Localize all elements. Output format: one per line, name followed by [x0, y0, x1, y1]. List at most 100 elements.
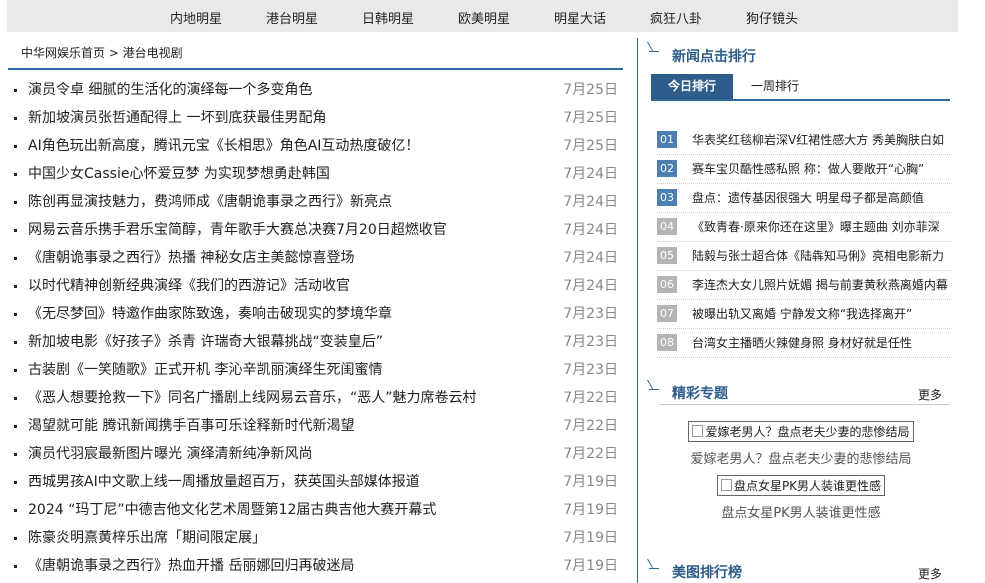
list-item: 陈创再显演技魅力，费鸿师成《唐朝诡事录之西行》新亮点 7月24日: [14, 188, 624, 216]
gallery-more-link[interactable]: 更多: [918, 565, 942, 582]
ranking-list: 01 华表奖红毯柳岩深V红裙性感大方 秀美胸肤白如 02 赛车宝贝酷性感私照 称：做…: [657, 126, 952, 358]
bullet-icon: [14, 509, 17, 512]
news-title[interactable]: 演员令卓 细腻的生活化的演绎每一个多变角色: [28, 76, 312, 104]
news-date: 7月24日: [563, 250, 618, 266]
featured-item: 盘点女星PK男人装谁更性感 盘点女星PK男人装谁更性感: [660, 475, 942, 521]
broken-image-icon: [692, 425, 704, 437]
news-title[interactable]: 演员代羽宸最新图片曝光 演绎清新纯净新风尚: [28, 440, 312, 468]
ranking-item: 04 《致青春·原来你还在这里》曝主题曲 刘亦菲深: [657, 213, 952, 242]
nav-item-mainland[interactable]: 内地明星: [170, 8, 222, 27]
section-arrow-icon: [645, 42, 659, 56]
list-item: 《恶人想要抢救一下》同名广播剧上线网易云音乐，“恶人”魅力席卷云村 7月22日: [14, 384, 624, 412]
bullet-icon: [14, 173, 17, 176]
news-date: 7月24日: [563, 194, 618, 210]
nav-item-talk[interactable]: 明星大话: [554, 8, 606, 27]
news-date: 7月25日: [563, 82, 618, 98]
bullet-icon: [14, 341, 17, 344]
rank-number: 02: [657, 160, 677, 177]
list-item: 西城男孩AI中文歌上线一周播放量超百万，获英国头部媒体报道 7月19日: [14, 468, 624, 496]
news-list: 演员令卓 细腻的生活化的演绎每一个多变角色 7月25日 新加坡演员张哲通配得上 一…: [14, 76, 624, 580]
rank-number: 01: [657, 131, 677, 148]
news-date: 7月25日: [563, 110, 618, 126]
bullet-icon: [14, 89, 17, 92]
news-title[interactable]: AI角色玩出新高度，腾讯元宝《长相思》角色AI互动热度破亿！: [28, 132, 419, 160]
nav-item-hktw[interactable]: 港台明星: [266, 8, 318, 27]
news-date: 7月19日: [563, 530, 618, 546]
list-item: 新加坡电影《好孩子》杀青 许瑞奇大银幕挑战“变装皇后” 7月23日: [14, 328, 624, 356]
featured-more-link[interactable]: 更多: [918, 386, 942, 403]
news-title[interactable]: 以时代精神创新经典演绎《我们的西游记》活动收官: [28, 272, 350, 300]
ranking-title-link[interactable]: 赛车宝贝酷性感私照 称：做人要敞开“心胸”: [692, 160, 950, 177]
rank-number: 06: [657, 276, 677, 293]
list-item: 演员代羽宸最新图片曝光 演绎清新纯净新风尚 7月22日: [14, 440, 624, 468]
ranking-item: 08 台湾女主播晒火辣健身照 身材好就是任性: [657, 329, 952, 358]
nav-item-paparazzi[interactable]: 狗仔镜头: [746, 8, 798, 27]
bullet-icon: [14, 229, 17, 232]
ranking-item: 07 被曝出轨又离婚 宁静发文称“我选择离开”: [657, 300, 952, 329]
list-item: 新加坡演员张哲通配得上 一坏到底获最佳男配角 7月25日: [14, 104, 624, 132]
news-title[interactable]: 《唐朝诡事录之西行》热播 神秘女店主美懿惊喜登场: [28, 244, 354, 272]
list-item: 网易云音乐携手君乐宝简醇，青年歌手大赛总决赛7月20日超燃收官 7月24日: [14, 216, 624, 244]
news-date: 7月23日: [563, 334, 618, 350]
news-title[interactable]: 《恶人想要抢救一下》同名广播剧上线网易云音乐，“恶人”魅力席卷云村: [28, 384, 477, 412]
featured-image[interactable]: 爱嫁老男人？盘点老夫少妻的悲惨结局: [688, 421, 914, 442]
ranking-title-link[interactable]: 李连杰大女儿照片妩媚 揭与前妻黄秋燕离婚内幕: [692, 276, 950, 293]
featured-title: 精彩专题: [672, 386, 728, 402]
news-date: 7月24日: [563, 222, 618, 238]
bullet-icon: [14, 145, 17, 148]
ranking-title-link[interactable]: 被曝出轨又离婚 宁静发文称“我选择离开”: [692, 305, 950, 322]
ranking-item: 03 盘点：遗传基因很强大 明星母子都是高颜值: [657, 184, 952, 213]
ranking-title-link[interactable]: 台湾女主播晒火辣健身照 身材好就是任性: [692, 334, 950, 351]
gallery-title: 美图排行榜: [672, 565, 742, 581]
news-title[interactable]: 网易云音乐携手君乐宝简醇，青年歌手大赛总决赛7月20日超燃收官: [28, 216, 447, 244]
ranking-title-link[interactable]: 盘点：遗传基因很强大 明星母子都是高颜值: [692, 189, 950, 206]
bullet-icon: [14, 313, 17, 316]
nav-item-gossip[interactable]: 疯狂八卦: [650, 8, 702, 27]
list-item: 古装剧《一笑随歌》正式开机 李沁辛凯丽演绎生死闺蜜情 7月23日: [14, 356, 624, 384]
list-item: 2024 “玛丁尼”中德吉他文化艺术周暨第12届古典吉他大赛开幕式 7月19日: [14, 496, 624, 524]
news-title[interactable]: 西城男孩AI中文歌上线一周播放量超百万，获英国头部媒体报道: [28, 468, 420, 496]
news-title[interactable]: 陈创再显演技魅力，费鸿师成《唐朝诡事录之西行》新亮点: [28, 188, 392, 216]
ranking-tabs: 今日排行 一周排行: [651, 74, 950, 101]
news-title[interactable]: 新加坡演员张哲通配得上 一坏到底获最佳男配角: [28, 104, 326, 132]
bullet-icon: [14, 257, 17, 260]
featured-image-alt: 爱嫁老男人？盘点老夫少妻的悲惨结局: [705, 425, 910, 439]
news-title[interactable]: 中国少女Cassie心怀爱豆梦 为实现梦想勇赴韩国: [28, 160, 330, 188]
nav-item-west[interactable]: 欧美明星: [458, 8, 510, 27]
bullet-icon: [14, 397, 17, 400]
nav-item-jpkr[interactable]: 日韩明星: [362, 8, 414, 27]
bullet-icon: [14, 285, 17, 288]
list-item: 《无尽梦回》特邀作曲家陈致逸，奏响击破现实的梦境华章 7月23日: [14, 300, 624, 328]
rank-number: 07: [657, 305, 677, 322]
bullet-icon: [14, 369, 17, 372]
ranking-item: 05 陆毅与张士超合体《陆犇知马俐》亮相电影新力: [657, 242, 952, 271]
news-date: 7月23日: [563, 306, 618, 322]
list-item: 陈豪炎明熹黄梓乐出席「期间限定展」 7月19日: [14, 524, 624, 552]
bullet-icon: [14, 453, 17, 456]
featured-caption[interactable]: 爱嫁老男人？盘点老夫少妻的悲惨结局: [660, 448, 942, 467]
top-navigation: 内地明星 港台明星 日韩明星 欧美明星 明星大话 疯狂八卦 狗仔镜头: [7, 0, 958, 32]
featured-image[interactable]: 盘点女星PK男人装谁更性感: [716, 475, 886, 496]
news-title[interactable]: 《唐朝诡事录之西行》热血开播 岳丽娜回归再破迷局: [28, 552, 354, 580]
column-divider: [637, 38, 638, 583]
section-divider: [660, 404, 950, 405]
news-date: 7月19日: [563, 474, 618, 490]
news-title[interactable]: 新加坡电影《好孩子》杀青 许瑞奇大银幕挑战“变装皇后”: [28, 328, 383, 356]
tab-week[interactable]: 一周排行: [733, 74, 817, 99]
news-date: 7月23日: [563, 362, 618, 378]
ranking-title-link[interactable]: 华表奖红毯柳岩深V红裙性感大方 秀美胸肤白如: [692, 131, 950, 148]
news-title[interactable]: 陈豪炎明熹黄梓乐出席「期间限定展」: [28, 524, 266, 552]
bullet-icon: [14, 565, 17, 568]
news-title[interactable]: 《无尽梦回》特邀作曲家陈致逸，奏响击破现实的梦境华章: [28, 300, 392, 328]
ranking-title-link[interactable]: 陆毅与张士超合体《陆犇知马俐》亮相电影新力: [692, 247, 950, 264]
ranking-title-link[interactable]: 《致青春·原来你还在这里》曝主题曲 刘亦菲深: [692, 218, 950, 235]
news-title[interactable]: 2024 “玛丁尼”中德吉他文化艺术周暨第12届古典吉他大赛开幕式: [28, 496, 436, 524]
tab-today[interactable]: 今日排行: [651, 74, 733, 99]
breadcrumb-text[interactable]: 中华网娱乐首页 > 港台电视剧: [21, 44, 183, 61]
news-title[interactable]: 渴望就可能 腾讯新闻携手百事可乐诠释新时代新渴望: [28, 412, 354, 440]
news-title[interactable]: 古装剧《一笑随歌》正式开机 李沁辛凯丽演绎生死闺蜜情: [28, 356, 382, 384]
featured-caption[interactable]: 盘点女星PK男人装谁更性感: [660, 502, 942, 521]
list-item: 渴望就可能 腾讯新闻携手百事可乐诠释新时代新渴望 7月22日: [14, 412, 624, 440]
news-date: 7月22日: [563, 418, 618, 434]
bullet-icon: [14, 537, 17, 540]
